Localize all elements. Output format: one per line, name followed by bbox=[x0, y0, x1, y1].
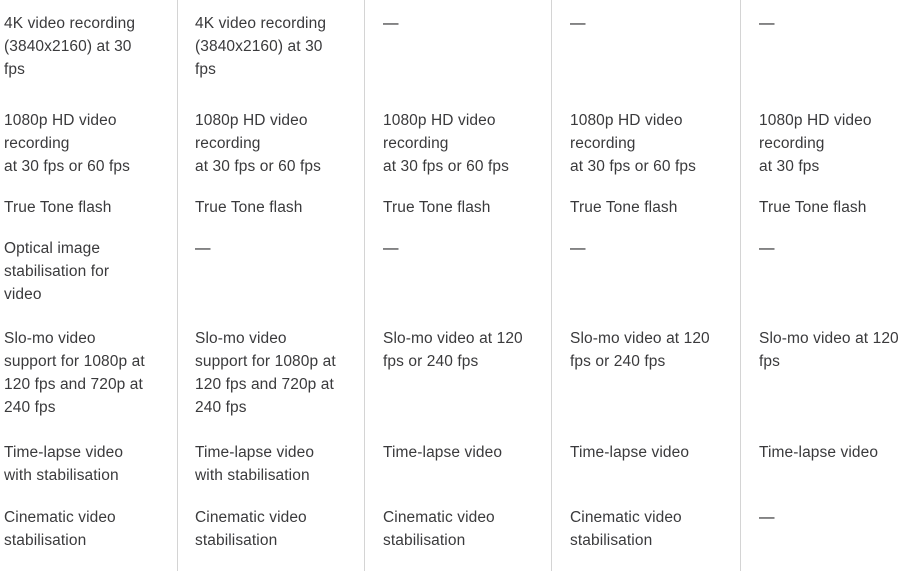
spec-cell-c4-optical-image-stabilisation-for-video: — bbox=[570, 240, 586, 257]
spec-cell-c3-optical-image-stabilisation-for-video: — bbox=[383, 240, 399, 257]
spec-cell-c1-cinematic-video-stabilisation: Cinematic video stabilisation bbox=[4, 509, 116, 549]
spec-cell-c2-optical-image-stabilisation-for-video: — bbox=[195, 240, 211, 257]
spec-cell-c3-cinematic-video-stabilisation: Cinematic video stabilisation bbox=[383, 509, 495, 549]
spec-cell-c2-cinematic-video-stabilisation: Cinematic video stabilisation bbox=[195, 509, 307, 549]
spec-cell-c4-1080p-hd-video-recording: 1080p HD video recording at 30 fps or 60… bbox=[570, 112, 696, 175]
spec-cell-c4-true-tone-flash: True Tone flash bbox=[570, 199, 678, 216]
spec-column-5: — 1080p HD video recording at 30 fps Tru… bbox=[740, 0, 907, 571]
spec-cell-c1-slo-mo-video-support: Slo-mo video support for 1080p at 120 fp… bbox=[4, 330, 145, 416]
spec-column-1: 4K video recording (3840x2160) at 30 fps… bbox=[0, 0, 177, 571]
spec-cell-c3-4k-video-recording: — bbox=[383, 15, 399, 32]
spec-cell-c4-slo-mo-video-support: Slo-mo video at 120 fps or 240 fps bbox=[570, 330, 710, 370]
spec-cell-c2-1080p-hd-video-recording: 1080p HD video recording at 30 fps or 60… bbox=[195, 112, 321, 175]
spec-cell-c1-1080p-hd-video-recording: 1080p HD video recording at 30 fps or 60… bbox=[4, 112, 130, 175]
spec-cell-c5-1080p-hd-video-recording: 1080p HD video recording at 30 fps bbox=[759, 112, 872, 175]
spec-cell-c3-true-tone-flash: True Tone flash bbox=[383, 199, 491, 216]
spec-cell-c5-4k-video-recording: — bbox=[759, 15, 775, 32]
spec-cell-c4-4k-video-recording: — bbox=[570, 15, 586, 32]
spec-cell-c4-time-lapse-video: Time-lapse video bbox=[570, 444, 690, 461]
spec-cell-c2-time-lapse-video: Time-lapse video with stabilisation bbox=[195, 444, 315, 484]
spec-column-2: 4K video recording (3840x2160) at 30 fps… bbox=[177, 0, 364, 571]
spec-cell-c2-slo-mo-video-support: Slo-mo video support for 1080p at 120 fp… bbox=[195, 330, 336, 416]
spec-column-4: — 1080p HD video recording at 30 fps or … bbox=[551, 0, 740, 571]
spec-cell-c1-optical-image-stabilisation-for-video: Optical image stabilisation for video bbox=[4, 240, 110, 303]
spec-column-3: — 1080p HD video recording at 30 fps or … bbox=[364, 0, 551, 571]
spec-cell-c3-slo-mo-video-support: Slo-mo video at 120 fps or 240 fps bbox=[383, 330, 523, 370]
spec-cell-c5-true-tone-flash: True Tone flash bbox=[759, 199, 867, 216]
spec-cell-c1-4k-video-recording: 4K video recording (3840x2160) at 30 fps bbox=[4, 15, 136, 78]
spec-cell-c4-cinematic-video-stabilisation: Cinematic video stabilisation bbox=[570, 509, 682, 549]
spec-cell-c5-cinematic-video-stabilisation: — bbox=[759, 509, 775, 526]
spec-cell-c2-4k-video-recording: 4K video recording (3840x2160) at 30 fps bbox=[195, 15, 327, 78]
spec-cell-c3-1080p-hd-video-recording: 1080p HD video recording at 30 fps or 60… bbox=[383, 112, 509, 175]
spec-cell-c5-optical-image-stabilisation-for-video: — bbox=[759, 240, 775, 257]
spec-cell-c2-true-tone-flash: True Tone flash bbox=[195, 199, 303, 216]
spec-cell-c1-true-tone-flash: True Tone flash bbox=[4, 199, 112, 216]
spec-cell-c3-time-lapse-video: Time-lapse video bbox=[383, 444, 503, 461]
spec-cell-c5-slo-mo-video-support: Slo-mo video at 120 fps bbox=[759, 330, 899, 370]
spec-cell-c5-time-lapse-video: Time-lapse video bbox=[759, 444, 879, 461]
spec-comparison-table: 4K video recording (3840x2160) at 30 fps… bbox=[0, 0, 907, 571]
spec-cell-c1-time-lapse-video: Time-lapse video with stabilisation bbox=[4, 444, 124, 484]
